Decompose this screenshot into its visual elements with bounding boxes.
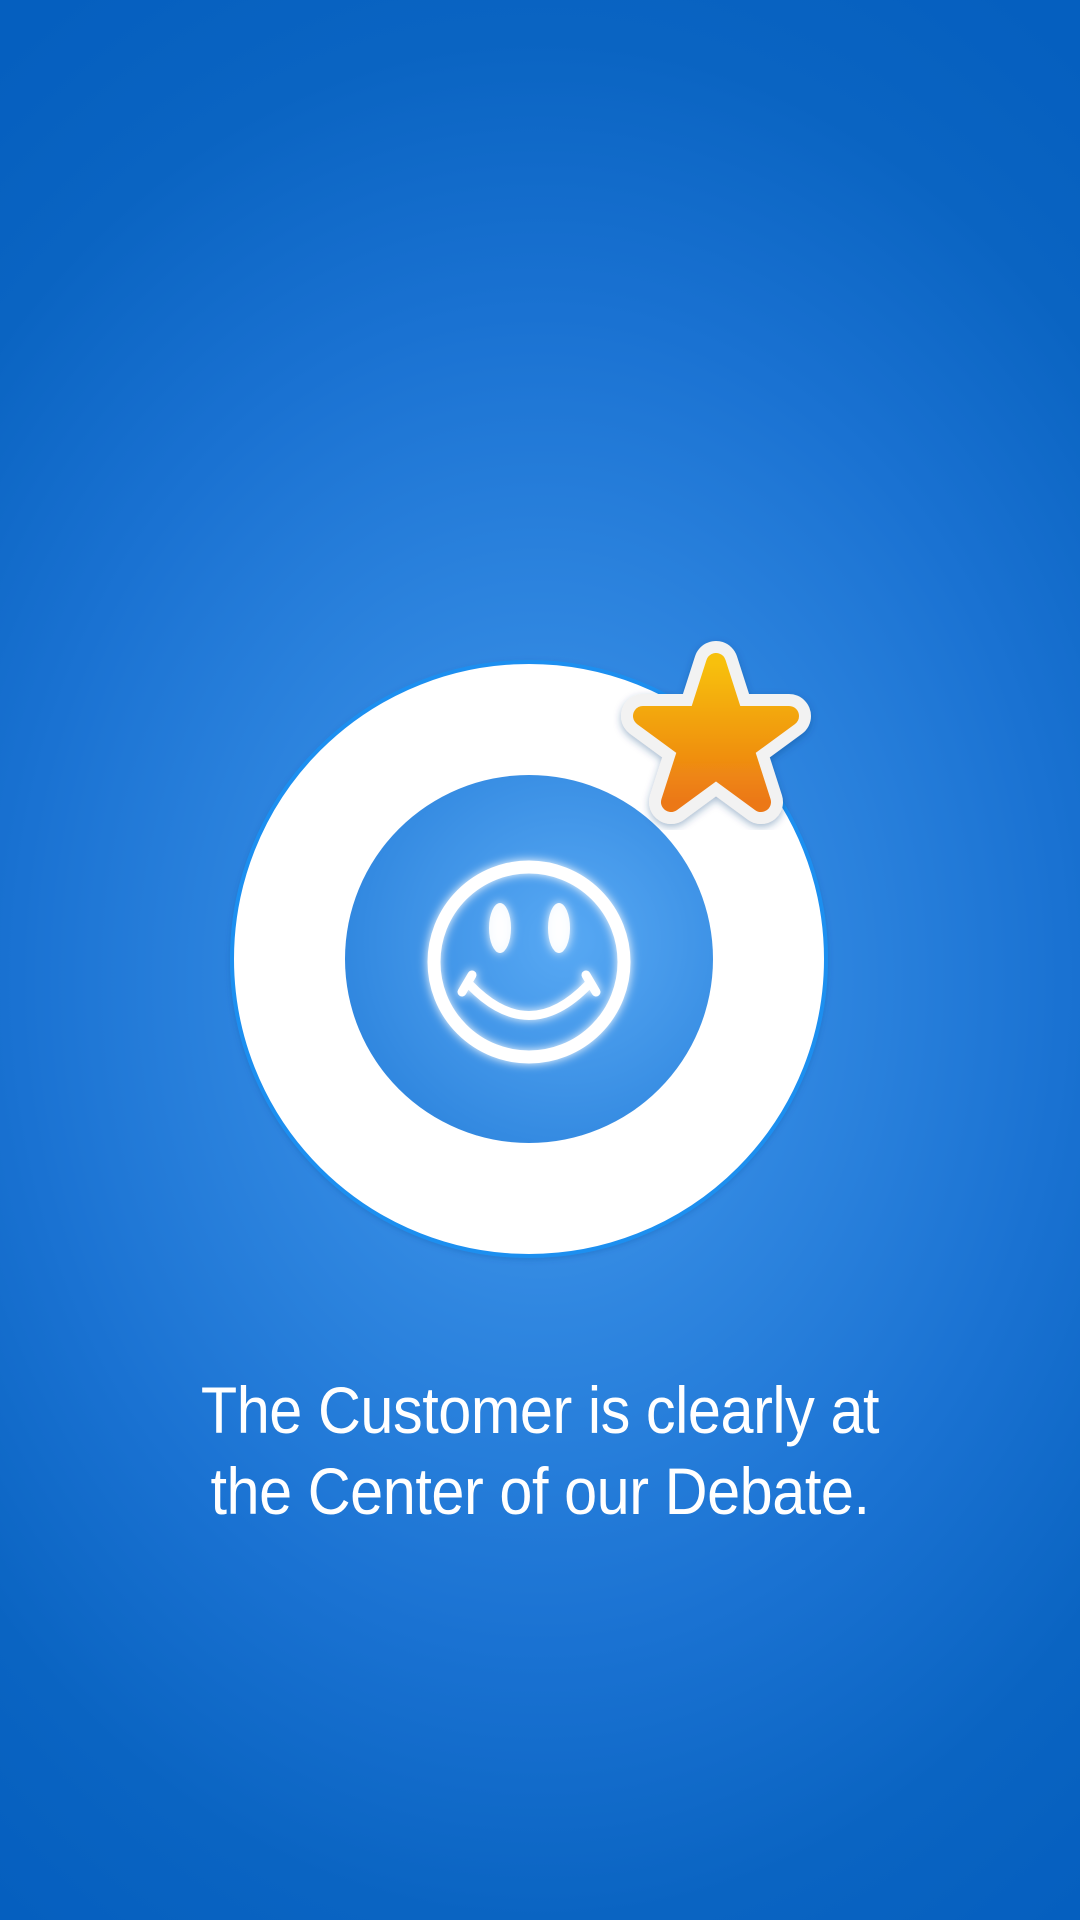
splash-screen: The Customer is clearly at the Center of… [0, 0, 1080, 1920]
inner-disc [345, 775, 713, 1143]
star-icon [621, 641, 811, 824]
caption-text: The Customer is clearly at the Center of… [200, 1373, 880, 1528]
customer-centric-graphic [230, 641, 828, 1258]
